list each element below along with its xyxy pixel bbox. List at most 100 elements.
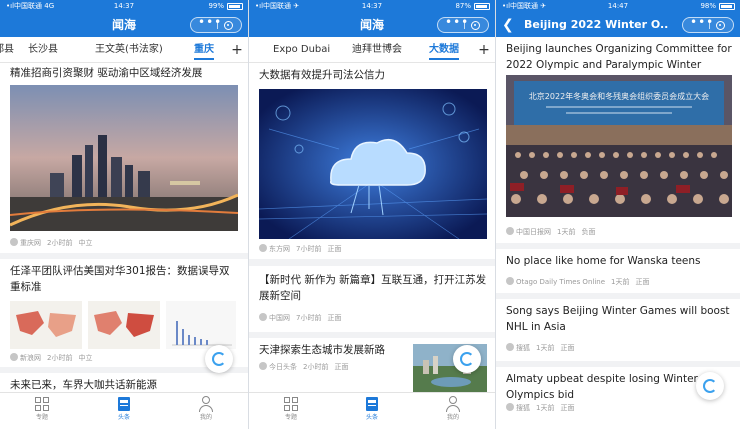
add-tab-icon[interactable]: + [230,37,244,62]
tab-item[interactable]: 长沙县 [28,37,58,62]
phone-screen-3: •ıl中国联通 ✈ 14:47 98% ❮ Beijing 2022 Winte… [496,0,740,429]
grid-icon [34,396,50,412]
cloud-data-image [259,89,487,239]
close-target-icon[interactable] [716,21,725,30]
news-title: 未来已来，车界大咖共话新能源 [10,379,157,391]
news-card[interactable]: 精准招商引资聚财 驱动渝中区域经济发展 重庆网 2小时前 中立 [0,63,248,253]
news-title: No place like home for Wanska teens [506,255,701,267]
news-meta: 新浪网 2小时前 中立 [10,353,98,363]
nav-label: 专题 [284,414,297,421]
news-title: 【新时代 新作为 新篇章】互联互通，打开江苏发展新空间 [259,274,487,302]
add-tab-icon[interactable]: + [477,37,491,62]
battery-percent: 99% [208,2,224,10]
news-meta: 搜狐 1天前 正面 [506,403,580,413]
news-card[interactable]: No place like home for Wanska teens Otag… [496,249,740,293]
conference-photo-image: 北京2022年冬奥会和冬残奥会组织委员会成立大会 [506,75,732,217]
person-icon [445,396,461,412]
news-meta: 搜狐 1天前 正面 [506,343,580,353]
nav-label: 我的 [446,414,459,421]
nav-topics[interactable]: 专题 [22,396,62,424]
title-bar: 闻海 ••• [249,13,495,37]
status-bar: •ıl中国联通 ✈ 14:47 98% [496,0,740,13]
news-meta: 重庆网 2小时前 中立 [10,238,98,248]
banner-text: 北京2022年冬奥会和冬残奥会组织委员会成立大会 [529,91,709,101]
title-bar: 闻海 ••• [0,13,248,37]
tab-item[interactable]: 迪拜世博会 [352,37,402,62]
grid-icon [283,396,299,412]
news-meta: 中国网 7小时前 正面 [259,313,347,323]
source-logo-icon [259,244,267,252]
news-title: Song says Beijing Winter Games will boos… [506,305,730,333]
battery-icon [719,3,735,10]
close-target-icon[interactable] [471,21,480,30]
tab-chongqing[interactable]: 重庆 [194,37,214,62]
news-title: 大数据有效提升司法公信力 [259,69,385,81]
battery-percent: 87% [455,2,471,10]
nav-label: 头条 [117,414,130,421]
nav-topics[interactable]: 专题 [271,396,311,424]
close-target-icon[interactable] [224,21,233,30]
news-feed: Beijing launches Organizing Committee fo… [496,37,740,429]
source-logo-icon [10,353,18,361]
phone-screen-2: •ıl中国联通 ✈ 14:37 87% 闻海 ••• | Expo Dubai … [249,0,495,429]
refresh-icon [460,352,474,366]
more-icon[interactable]: ••• [690,14,714,30]
news-feed: 大数据有效提升司法公信力 东方网 7小时前 正面 【新时代 新作为 新篇章】互联… [249,63,495,392]
tab-big-data[interactable]: 大数据 [429,37,459,62]
back-arrow-icon[interactable]: ❮ [502,16,514,34]
nav-label: 头条 [365,414,378,421]
battery-percent: 98% [700,2,716,10]
news-feed: 精准招商引资聚财 驱动渝中区域经济发展 重庆网 2小时前 中立 任泽平团队评估美… [0,63,248,392]
tab-item[interactable]: Expo Dubai [273,37,330,62]
nav-me[interactable]: 我的 [186,396,226,424]
city-skyline-image [10,85,238,231]
source-logo-icon [506,343,514,351]
newspaper-icon [116,396,132,412]
status-bar: •ıl中国联通 ✈ 14:37 87% [249,0,495,13]
refresh-icon [212,352,226,366]
title-bar: ❮ Beijing 2022 Winter O... ••• [496,13,740,37]
nav-label: 专题 [35,414,48,421]
battery-icon [227,3,243,10]
category-tabs: 都县 长沙县 王文英(书法家) 重庆 + [0,37,248,63]
news-card[interactable]: Song says Beijing Winter Games will boos… [496,299,740,361]
news-title: 天津探索生态城市发展新路 [259,344,385,356]
news-title: 任泽平团队评估美国对华301报告：数据误导双重标准 [10,265,230,293]
news-meta: 今日头条 2小时前 正面 [259,362,354,372]
person-icon [198,396,214,412]
miniprogram-capsule[interactable]: ••• [437,14,489,33]
page-title: Beijing 2022 Winter O... [524,18,668,31]
tab-item[interactable]: 王文英(书法家) [95,37,163,62]
source-logo-icon [259,362,267,370]
news-meta: Otago Daily Times Online 1天前 正面 [506,277,655,287]
battery-icon [474,3,490,10]
news-meta: 中国日报网 1天前 负面 [506,227,601,237]
more-icon[interactable]: ••• [198,14,222,30]
news-card[interactable]: 未来已来，车界大咖共话新能源 [0,373,248,392]
news-card[interactable]: Beijing launches Organizing Committee fo… [496,37,740,243]
category-tabs: | Expo Dubai 迪拜世博会 大数据 + [249,37,495,63]
source-logo-icon [506,403,514,411]
refresh-icon [703,379,717,393]
bottom-tab-bar: 专题 头条 我的 [0,392,248,429]
refresh-button[interactable] [205,345,233,373]
more-icon[interactable]: ••• [445,14,469,30]
source-logo-icon [506,277,514,285]
miniprogram-capsule[interactable]: ••• [682,14,734,33]
news-card[interactable]: 大数据有效提升司法公信力 东方网 7小时前 正面 [249,63,495,259]
newspaper-icon [364,396,380,412]
bottom-tab-bar: 专题 头条 我的 [249,392,495,429]
nav-headlines[interactable]: 头条 [352,396,392,424]
tab-item[interactable]: 都县 [0,37,14,62]
phone-screen-1: •ıl中国联通 4G 14:37 99% 闻海 ••• 都县 长沙县 王文英(书… [0,0,248,429]
news-card[interactable]: 【新时代 新作为 新篇章】互联互通，打开江苏发展新空间 中国网 7小时前 正面 [249,266,495,332]
refresh-button[interactable] [453,345,481,373]
nav-label: 我的 [199,414,212,421]
trade-map-charts-image [10,301,236,349]
miniprogram-capsule[interactable]: ••• [190,14,242,33]
nav-me[interactable]: 我的 [433,396,473,424]
nav-headlines[interactable]: 头条 [104,396,144,424]
refresh-button[interactable] [696,372,724,400]
news-title: Almaty upbeat despite losing Winter Olym… [506,373,698,401]
source-logo-icon [506,227,514,235]
